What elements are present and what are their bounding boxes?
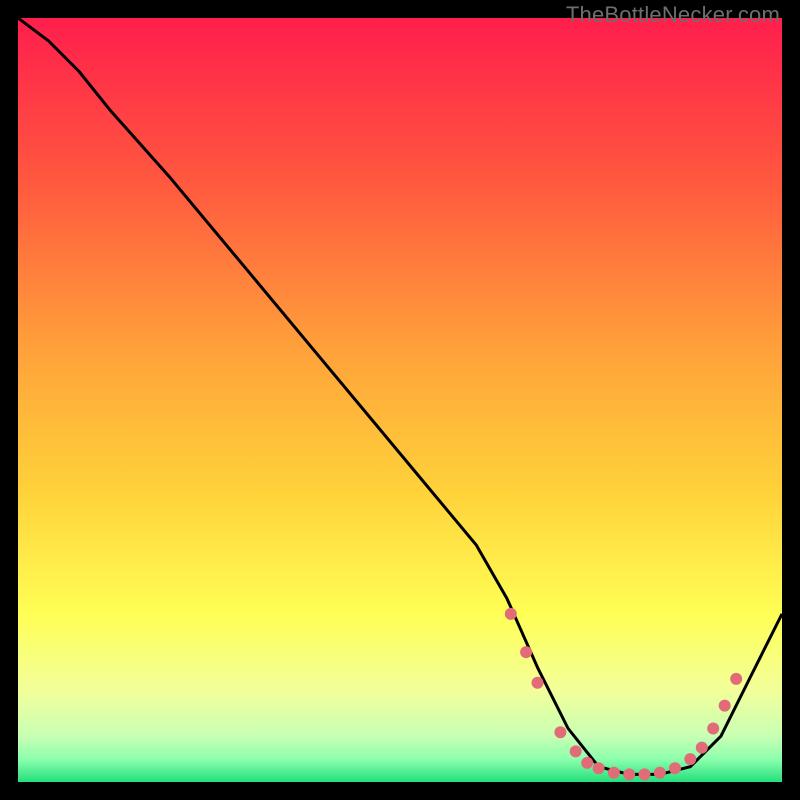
- marker-dot: [570, 745, 582, 757]
- marker-dot: [669, 762, 681, 774]
- marker-dot: [608, 767, 620, 779]
- marker-dot: [696, 742, 708, 754]
- bottleneck-chart: [18, 18, 782, 782]
- marker-dot: [684, 753, 696, 765]
- marker-dot: [719, 700, 731, 712]
- watermark-text: TheBottleNecker.com: [566, 2, 780, 28]
- marker-dot: [581, 757, 593, 769]
- gradient-background: [18, 18, 782, 782]
- marker-dot: [532, 677, 544, 689]
- marker-dot: [505, 608, 517, 620]
- marker-dot: [520, 646, 532, 658]
- marker-dot: [707, 723, 719, 735]
- marker-dot: [593, 762, 605, 774]
- marker-dot: [623, 768, 635, 780]
- marker-dot: [639, 768, 651, 780]
- marker-dot: [654, 767, 666, 779]
- chart-frame: [18, 18, 782, 782]
- marker-dot: [730, 673, 742, 685]
- marker-dot: [554, 726, 566, 738]
